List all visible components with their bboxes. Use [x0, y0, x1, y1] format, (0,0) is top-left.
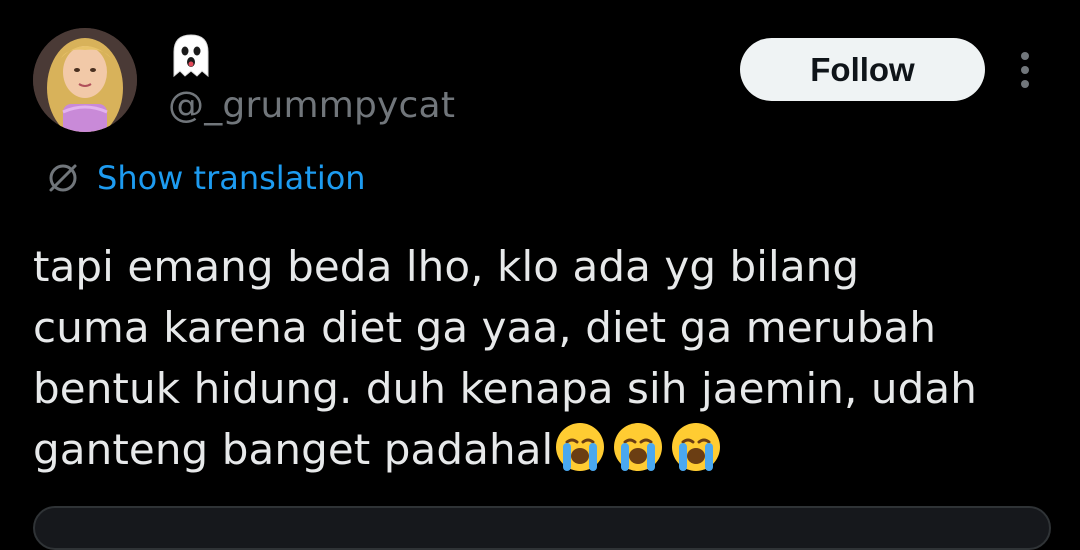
more-options-icon[interactable] — [1010, 48, 1040, 92]
embedded-card[interactable] — [33, 506, 1051, 550]
tweet-text: tapi emang beda lho, klo ada yg bilang c… — [33, 236, 1063, 490]
more-dot — [1021, 66, 1029, 74]
translate-icon — [49, 164, 77, 192]
avatar-image — [33, 28, 137, 132]
more-dot — [1021, 80, 1029, 88]
display-name-ghost-icon[interactable] — [168, 32, 214, 78]
more-dot — [1021, 52, 1029, 60]
emoji-group — [553, 420, 727, 490]
loudly-crying-face-icon — [553, 420, 607, 474]
tweet-body: tapi emang beda lho, klo ada yg bilang c… — [33, 242, 977, 474]
loudly-crying-face-icon — [669, 420, 723, 474]
avatar[interactable] — [33, 28, 137, 132]
user-handle[interactable]: @_grummpycat — [168, 84, 455, 128]
follow-button[interactable]: Follow — [740, 38, 985, 101]
loudly-crying-face-icon — [611, 420, 665, 474]
show-translation-label: Show translation — [97, 159, 366, 197]
ghost-icon — [173, 34, 209, 78]
show-translation-link[interactable]: Show translation — [45, 156, 366, 200]
